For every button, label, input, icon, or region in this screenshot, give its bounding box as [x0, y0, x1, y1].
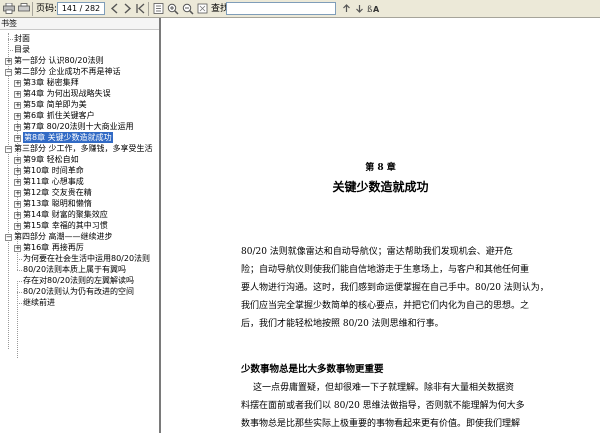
bookmark-item[interactable]: 第三部分 少工作，多赚钱，多享受生活 — [14, 143, 153, 154]
bookmark-item[interactable]: 第6章 抓住关键客户 — [23, 110, 95, 121]
expand-icon[interactable]: + — [14, 157, 21, 164]
paragraph-line: 数事物总是比那些实际上极重要的事物看起来更有价值。即使我们理解 — [241, 419, 521, 429]
page-number-input[interactable] — [57, 2, 105, 15]
zoom-in-icon[interactable] — [166, 2, 179, 15]
paragraph-line: 我们应当完全掌握少数简单的核心要点，并把它们内化为自己的思想。之 — [241, 301, 530, 311]
page-label: 页码: — [36, 4, 58, 14]
expand-icon[interactable]: + — [14, 201, 21, 208]
paragraph-line: 料摆在面前或者我们以 80/20 思维法做指导，否则就不能理解为何大多 — [241, 401, 525, 411]
bookmark-item[interactable]: 封面 — [14, 33, 30, 44]
paragraph-line: 后，我们才能轻松地按照 80/20 法则思维和行事。 — [241, 319, 444, 329]
paragraph-line: 80/20 法则就像雷达和自动导航仪；雷达帮助我们发现机会、避开危 — [241, 247, 513, 257]
next-page-icon[interactable] — [121, 2, 134, 15]
bookmark-item[interactable]: 第3章 秘密集拜 — [23, 77, 79, 88]
expand-icon[interactable]: + — [5, 58, 12, 65]
expand-icon[interactable]: + — [14, 91, 21, 98]
zoom-out-icon[interactable] — [181, 2, 194, 15]
expand-icon[interactable]: + — [14, 223, 21, 230]
svg-text:A: A — [373, 5, 380, 14]
paragraph-line: 险；自动导航仪则使我们能自信地游走于生意场上，与客户和其他任何重 — [241, 265, 530, 275]
bookmark-item[interactable]: 存在对80/20法则的左翼解读吗 — [23, 275, 134, 286]
first-page-icon[interactable] — [134, 2, 147, 15]
toolbar: 页码: 查找: ßA — [0, 0, 600, 18]
collapse-icon[interactable]: − — [5, 146, 12, 153]
bookmark-item[interactable]: 第7章 80/20法则十大商业运用 — [23, 121, 134, 132]
search-prev-icon[interactable] — [340, 2, 353, 15]
bookmark-item[interactable]: 第12章 交友贵在精 — [23, 187, 92, 198]
print-icon[interactable] — [2, 2, 15, 15]
document-page: 第 8 章 关键少数造就成功 80/20 法则就像雷达和自动导航仪；雷达帮助我们… — [161, 18, 600, 433]
expand-icon[interactable]: + — [14, 179, 21, 186]
collapse-icon[interactable]: − — [5, 234, 12, 241]
bookmark-item[interactable]: 第13章 聪明和懒惰 — [23, 198, 92, 209]
chapter-title: 关键少数造就成功 — [332, 180, 429, 194]
bookmark-item[interactable]: 第14章 财富的聚集效应 — [23, 209, 108, 220]
expand-icon[interactable]: + — [14, 113, 21, 120]
tree-guide-line — [8, 33, 9, 349]
bookmark-item[interactable]: 继续前进 — [23, 297, 55, 308]
bookmark-item[interactable]: 第16章 再接再厉 — [23, 242, 84, 253]
bookmark-item[interactable]: 第11章 心想事成 — [23, 176, 84, 187]
fit-page-icon[interactable] — [196, 2, 209, 15]
previous-page-icon[interactable] — [108, 2, 121, 15]
toolbar-separator — [32, 2, 33, 16]
bookmarks-panel: 书签 封面 目录 + 第一部分 认识80/20法则 − 第二部分 企业成功不再是… — [0, 18, 161, 433]
expand-icon[interactable]: + — [14, 212, 21, 219]
bookmark-item-selected[interactable]: 第8章 关键少数造就成功 — [23, 132, 113, 143]
toolbar-separator — [148, 2, 149, 16]
bookmark-item[interactable]: 目录 — [14, 44, 30, 55]
expand-icon[interactable]: + — [14, 168, 21, 175]
bookmark-item[interactable]: 第二部分 企业成功不再是神话 — [14, 66, 121, 77]
search-next-icon[interactable] — [353, 2, 366, 15]
expand-icon[interactable]: + — [14, 124, 21, 131]
expand-icon[interactable]: + — [14, 80, 21, 87]
expand-icon[interactable]: + — [14, 135, 21, 142]
page-view-icon[interactable] — [152, 2, 165, 15]
bookmarks-header: 书签 — [0, 18, 159, 30]
chapter-number: 第 8 章 — [365, 163, 396, 173]
bookmark-item[interactable]: 第15章 幸福的其中习惯 — [23, 220, 108, 231]
expand-icon[interactable]: + — [14, 245, 21, 252]
bookmark-item[interactable]: 80/20法则认为仍有改进的空间 — [23, 286, 134, 297]
svg-text:ß: ß — [367, 5, 372, 14]
paragraph-line: 要人物进行沟通。这时，我们感到命运便掌握在自己手中。80/20 法则认为， — [241, 283, 549, 293]
bookmark-item[interactable]: 第四部分 高潮——继续进步 — [14, 231, 113, 242]
paragraph-line: 这一点毋庸置疑，但却很难一下子就理解。除非有大量相关数据资 — [253, 383, 515, 393]
bookmark-item[interactable]: 第9章 轻松自如 — [23, 154, 79, 165]
expand-icon[interactable]: + — [14, 102, 21, 109]
search-input[interactable] — [226, 2, 336, 15]
bookmark-item[interactable]: 第一部分 认识80/20法则 — [14, 55, 104, 66]
bookmark-item[interactable]: 第5章 简单即为美 — [23, 99, 87, 110]
collapse-icon[interactable]: − — [5, 69, 12, 76]
printer-settings-icon[interactable] — [17, 2, 30, 15]
bookmark-item[interactable]: 第4章 为何出现战略失误 — [23, 88, 111, 99]
bookmark-item[interactable]: 为何要在社会生活中运用80/20法则 — [23, 253, 150, 264]
bookmark-item[interactable]: 80/20法则本质上属于有翼吗 — [23, 264, 126, 275]
bookmark-item[interactable]: 第10章 时间革命 — [23, 165, 84, 176]
expand-icon[interactable]: + — [14, 190, 21, 197]
match-case-icon[interactable]: ßA — [366, 2, 382, 15]
section-title: 少数事物总是比大多数事物更重要 — [241, 364, 384, 375]
